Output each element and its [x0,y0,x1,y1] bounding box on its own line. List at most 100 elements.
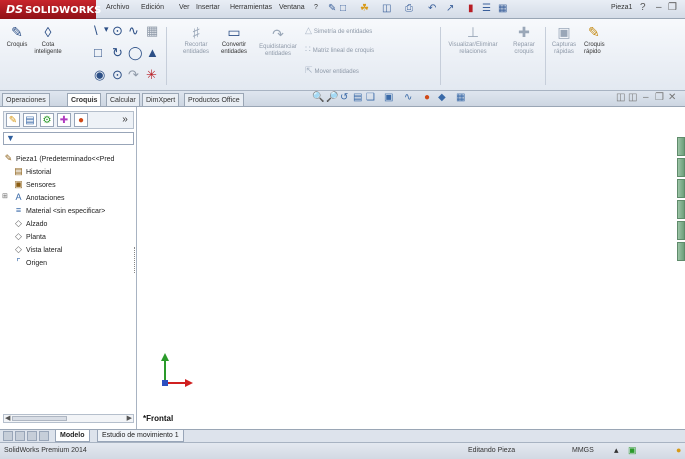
expand-icon[interactable]: ⊞ [2,192,8,200]
menu-ver[interactable]: Ver [179,4,190,11]
tile-icon[interactable]: ◫ [616,92,625,103]
options-icon[interactable]: ▦ [498,3,507,14]
croquis-button[interactable]: ✎ Croquis [4,25,30,49]
print-icon[interactable]: ⎙ [405,3,413,14]
scene-icon[interactable]: ◆ [438,92,446,103]
rectangle-icon[interactable]: □ [94,45,102,60]
section-view-icon[interactable]: ▤ [353,92,362,103]
tab-dimxpert[interactable]: DimXpert [142,93,180,106]
select-icon[interactable]: ↗ [446,3,454,14]
view-orientation-icon[interactable]: ❑ [366,92,375,103]
next-tab-arrow[interactable] [27,431,37,441]
units-dropdown-icon[interactable]: ▴ [614,445,619,456]
menu-edicion[interactable]: Edición [141,4,164,11]
line-dropdown-icon[interactable]: ▾ [104,24,109,35]
cota-inteligente-button[interactable]: ◊ Cota inteligente [32,25,64,56]
scroll-right-icon[interactable]: ▶ [127,414,132,422]
filter-field[interactable]: ▼ [3,132,134,145]
point-icon[interactable]: ✳ [146,67,157,83]
file-properties-icon[interactable]: ☰ [482,3,491,14]
display-style-icon[interactable]: ▣ [384,92,393,103]
equidistanciar-entidades-button[interactable]: ↷ Equidistanciar entidades [256,27,300,58]
mover-button[interactable]: ⇱ Mover entidades [305,65,359,76]
tab-productos-office[interactable]: Productos Office [184,93,244,106]
spline-icon[interactable]: ∿ [128,23,139,39]
text-icon[interactable]: ▦ [146,23,158,39]
simetria-button[interactable]: △ Simetría de entidades [305,25,372,36]
visualizar-eliminar-button[interactable]: ⊥ Visualizar/Eliminar relaciones [444,25,502,56]
tree-item-sensores[interactable]: ▣ Sensores [13,178,55,190]
slot-icon[interactable]: ◉ [94,67,105,83]
doc-restore-icon[interactable]: ❐ [655,92,664,103]
split-icon[interactable]: ◫ [628,92,637,103]
rebuild-status-icon[interactable]: ● [676,445,681,455]
solidworks-logo[interactable]: DS SOLIDWORKS [0,0,101,19]
tab-operaciones[interactable]: Operaciones [2,93,50,106]
zoom-fit-icon[interactable]: 🔍 [312,92,324,103]
tab-estudio-movimiento[interactable]: Estudio de movimiento 1 [97,430,184,442]
task-pane-tab[interactable] [677,221,685,240]
tree-item-vista-lateral[interactable]: ◇ Vista lateral [13,243,62,255]
zoom-area-icon[interactable]: 🔎 [326,92,338,103]
plane-icon[interactable]: ↷ [128,67,139,83]
more-tabs-icon[interactable]: » [118,113,132,127]
tab-calcular[interactable]: Calcular [106,93,140,106]
tree-item-origen[interactable]: ⌜ Origen [13,256,47,268]
task-pane-tab[interactable] [677,200,685,219]
fillet-icon[interactable]: ▲ [146,45,159,60]
line-icon[interactable]: \ [94,23,98,38]
croquis-rapido-button[interactable]: ✎ Croquis rápido [584,25,614,56]
configuration-manager-tab-icon[interactable]: ⚙ [40,113,54,127]
menu-help[interactable]: ? [314,4,318,11]
tree-item-anotaciones[interactable]: A Anotaciones [13,191,64,203]
task-pane-tab[interactable] [677,242,685,261]
view-settings-icon[interactable]: ▦ [456,92,465,103]
first-tab-arrow[interactable] [3,431,13,441]
recortar-entidades-button[interactable]: ♯ Recortar entidades [182,25,210,56]
minimize-icon[interactable]: – [656,2,662,13]
tree-root[interactable]: ✎ Pieza1 (Predeterminado<<Pred [3,152,115,164]
new-document-icon[interactable]: □ [340,3,346,14]
tab-modelo[interactable]: Modelo [55,430,90,442]
doc-close-icon[interactable]: ✕ [668,92,676,103]
restore-icon[interactable]: ❐ [668,2,677,13]
menu-herramientas[interactable]: Herramientas [230,4,272,11]
units-selector[interactable]: MMGS [572,447,594,454]
hide-show-icon[interactable]: ∿ [404,92,412,103]
polygon-icon[interactable]: ◯ [128,45,143,61]
task-pane-tab[interactable] [677,158,685,177]
save-icon[interactable]: ◫ [382,3,391,14]
tree-item-material[interactable]: ≡ Material <sin especificar> [13,204,106,216]
capturas-rapidas-button[interactable]: ▣ Capturas rápidas [550,25,578,56]
convertir-entidades-button[interactable]: ▭ Convertir entidades [218,25,250,56]
doc-minimize-icon[interactable]: – [643,92,649,103]
last-tab-arrow[interactable] [39,431,49,441]
ellipse-icon[interactable]: ⊙ [112,67,123,83]
feature-tree-tab-icon[interactable]: ✎ [6,113,20,127]
property-manager-tab-icon[interactable]: ▤ [23,113,37,127]
tree-item-alzado[interactable]: ◇ Alzado [13,217,47,229]
circle-icon[interactable]: ⊙ [112,23,123,39]
open-folder-icon[interactable]: ☘ [360,3,369,14]
menu-ventana[interactable]: Ventana [279,4,305,11]
tree-item-planta[interactable]: ◇ Planta [13,230,46,242]
tab-croquis[interactable]: Croquis [67,93,102,106]
prev-tab-arrow[interactable] [15,431,25,441]
dimxpert-manager-tab-icon[interactable]: ✚ [57,113,71,127]
task-pane-tab[interactable] [677,137,685,156]
pin-icon[interactable]: ✎ [328,3,336,14]
help-icon[interactable]: ? [640,2,646,13]
quick-tips-icon[interactable]: ▣ [628,445,637,456]
menu-archivo[interactable]: Archivo [106,4,129,11]
rebuild-icon[interactable]: ▮ [468,3,474,14]
reparar-croquis-button[interactable]: ✚ Reparar croquis [510,25,538,56]
display-manager-tab-icon[interactable]: ● [74,113,88,127]
scroll-left-icon[interactable]: ◀ [5,414,10,422]
undo-icon[interactable]: ↶ [428,3,436,14]
scrollbar-thumb[interactable] [12,416,67,421]
previous-view-icon[interactable]: ↺ [340,92,348,103]
panel-resize-handle[interactable] [134,247,138,273]
arc-icon[interactable]: ↻ [112,45,123,61]
panel-horizontal-scrollbar[interactable]: ◀ ▶ [3,414,134,423]
edit-appearance-icon[interactable]: ● [424,92,430,103]
